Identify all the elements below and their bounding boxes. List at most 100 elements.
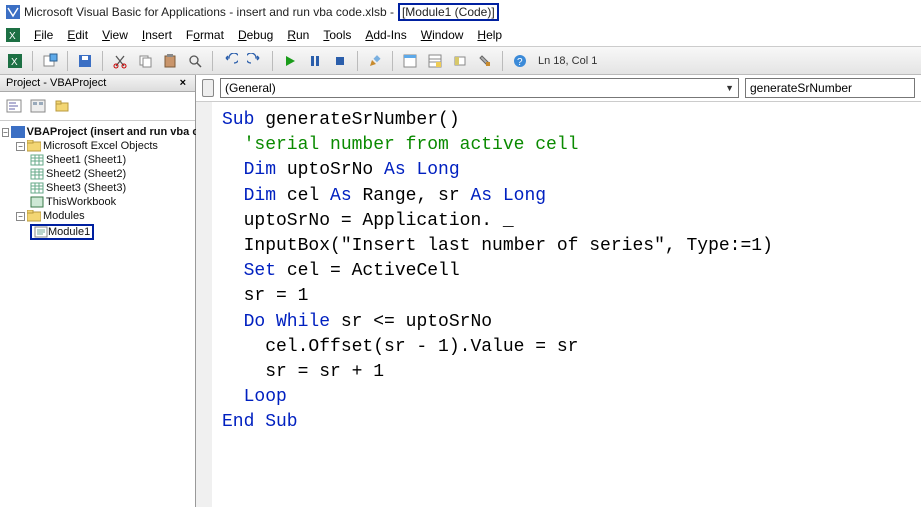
tree-modules-label: Modules	[43, 210, 85, 222]
separator	[357, 51, 358, 71]
run-button[interactable]	[279, 50, 301, 72]
expander-icon[interactable]: −	[16, 142, 25, 151]
menu-window[interactable]: Window	[415, 26, 470, 44]
tree-root[interactable]: − VBAProject (insert and run vba code.xl…	[2, 125, 193, 139]
panel-title-text: Project - VBAProject	[6, 77, 106, 89]
code-token: Range, sr	[352, 186, 471, 206]
tree-modules[interactable]: − Modules	[16, 209, 193, 223]
object-dropdown-value: (General)	[225, 81, 276, 95]
break-button[interactable]	[304, 50, 326, 72]
menu-bar: X File Edit View Insert Format Debug Run…	[0, 24, 921, 47]
save-button[interactable]	[74, 50, 96, 72]
toggle-folders-button[interactable]	[51, 95, 73, 117]
tree-excel-objects[interactable]: − Microsoft Excel Objects	[16, 139, 193, 153]
window-title-highlight: [Module1 (Code)]	[398, 3, 499, 21]
view-code-button[interactable]	[3, 95, 25, 117]
redo-button[interactable]	[244, 50, 266, 72]
object-dropdown[interactable]: (General) ▼	[220, 78, 739, 98]
undo-button[interactable]	[219, 50, 241, 72]
code-token: As	[330, 186, 352, 206]
toolbox-button[interactable]	[474, 50, 496, 72]
project-panel-toolbar	[0, 92, 195, 121]
reset-button[interactable]	[329, 50, 351, 72]
toolbar: X ? Ln 18, Col 1	[0, 47, 921, 75]
menu-debug[interactable]: Debug	[232, 26, 279, 44]
code-split-toggle[interactable]	[202, 79, 214, 97]
find-button[interactable]	[184, 50, 206, 72]
code-line: uptoSrNo = Application. _	[222, 209, 911, 234]
code-token: generateSrNumber()	[254, 110, 459, 130]
code-token: cel	[276, 186, 330, 206]
paste-button[interactable]	[159, 50, 181, 72]
tree-sheet-label: Sheet2 (Sheet2)	[46, 168, 126, 180]
procedure-dropdown[interactable]: generateSrNumber	[745, 78, 915, 98]
tree-module-label: Module1	[48, 226, 90, 238]
menu-addins[interactable]: Add-Ins	[359, 26, 412, 44]
code-token: cel = ActiveCell	[276, 261, 460, 281]
tree-sheet3[interactable]: Sheet3 (Sheet3)	[30, 181, 193, 195]
cut-button[interactable]	[109, 50, 131, 72]
code-dropdown-row: (General) ▼ generateSrNumber	[196, 75, 921, 102]
code-token: uptoSrNo	[276, 160, 384, 180]
tree-sheet1[interactable]: Sheet1 (Sheet1)	[30, 153, 193, 167]
code-comment: 'serial number from active cell	[222, 133, 911, 158]
code-token: Dim	[222, 186, 276, 206]
code-token: sr <= uptoSrNo	[330, 312, 492, 332]
object-browser-button[interactable]	[449, 50, 471, 72]
tree-module1[interactable]: Module1	[30, 223, 193, 241]
code-token: Loop	[222, 385, 911, 410]
tree-sheet-label: Sheet1 (Sheet1)	[46, 154, 126, 166]
menu-edit[interactable]: Edit	[61, 26, 94, 44]
svg-text:X: X	[9, 31, 16, 42]
sheet-icon	[30, 154, 44, 166]
tree-thisworkbook[interactable]: ThisWorkbook	[30, 195, 193, 209]
view-object-button[interactable]	[27, 95, 49, 117]
menu-view[interactable]: View	[96, 26, 134, 44]
separator	[212, 51, 213, 71]
menu-run[interactable]: Run	[281, 26, 315, 44]
svg-text:X: X	[11, 57, 18, 68]
project-tree[interactable]: − VBAProject (insert and run vba code.xl…	[0, 121, 195, 245]
expander-icon[interactable]: −	[16, 212, 25, 221]
code-line: sr = sr + 1	[222, 360, 911, 385]
code-pane[interactable]: Sub generateSrNumber() 'serial number fr…	[196, 102, 921, 507]
expander-icon[interactable]: −	[2, 128, 9, 137]
separator	[392, 51, 393, 71]
tree-sheet-label: Sheet3 (Sheet3)	[46, 182, 126, 194]
project-panel-title: Project - VBAProject ×	[0, 75, 195, 92]
code-line: InputBox("Insert last number of series",…	[222, 234, 911, 259]
panel-close-button[interactable]: ×	[177, 77, 189, 89]
design-mode-button[interactable]	[364, 50, 386, 72]
project-explorer-button[interactable]	[399, 50, 421, 72]
title-bar: Microsoft Visual Basic for Applications …	[0, 0, 921, 24]
properties-button[interactable]	[424, 50, 446, 72]
copy-button[interactable]	[134, 50, 156, 72]
menu-file[interactable]: File	[28, 26, 59, 44]
code-token: End Sub	[222, 410, 911, 435]
code-token: As Long	[470, 186, 546, 206]
tree-sheet2[interactable]: Sheet2 (Sheet2)	[30, 167, 193, 181]
code-token: As Long	[384, 160, 460, 180]
code-window: (General) ▼ generateSrNumber Sub generat…	[196, 75, 921, 507]
code-token: Dim	[222, 160, 276, 180]
menu-insert[interactable]: Insert	[136, 26, 178, 44]
main-area: Project - VBAProject × − VBAProject (ins…	[0, 75, 921, 507]
chevron-down-icon: ▼	[725, 83, 734, 93]
sheet-icon	[30, 182, 44, 194]
code-line: sr = 1	[222, 284, 911, 309]
view-excel-button[interactable]: X	[4, 50, 26, 72]
separator	[272, 51, 273, 71]
folder-icon	[27, 140, 41, 152]
tree-workbook-label: ThisWorkbook	[46, 196, 116, 208]
separator	[102, 51, 103, 71]
sheet-icon	[30, 168, 44, 180]
menu-tools[interactable]: Tools	[317, 26, 357, 44]
code-token: Do While	[222, 312, 330, 332]
code-line: cel.Offset(sr - 1).Value = sr	[222, 335, 911, 360]
menu-help[interactable]: Help	[471, 26, 508, 44]
insert-module-button[interactable]	[39, 50, 61, 72]
menu-format[interactable]: Format	[180, 26, 230, 44]
excel-icon: X	[6, 28, 20, 42]
help-button[interactable]: ?	[509, 50, 531, 72]
module-icon	[34, 226, 48, 238]
